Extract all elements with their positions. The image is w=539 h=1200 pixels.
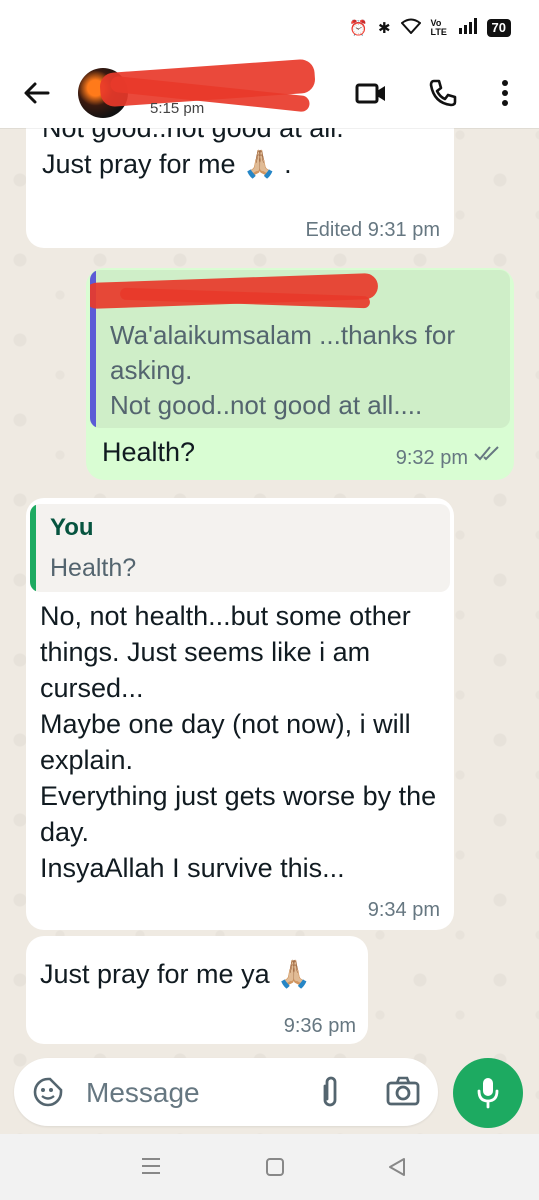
attach-icon[interactable] (318, 1074, 342, 1115)
quote-text: Wa'alaikumsalam ...thanks for asking. No… (110, 320, 456, 420)
chat-header: 5:15 pm (0, 58, 539, 128)
status-bar: ⏰ ✱ Vo LTE 70 (0, 0, 539, 58)
message-text: Just pray for me ya 🙏🏼 (40, 959, 311, 989)
message-text: No, not health...but some other things. … (40, 601, 437, 883)
home-icon[interactable] (264, 1156, 286, 1183)
back-arrow-icon[interactable] (20, 76, 54, 110)
quote-author: You (50, 514, 94, 541)
chat-messages[interactable]: Not good..not good at all. Just pray for… (0, 128, 539, 1056)
video-call-icon[interactable] (354, 76, 388, 110)
message-time: 9:36 pm (283, 1015, 356, 1037)
message-time: Edited 9:31 pm (305, 219, 440, 241)
more-vert-icon[interactable] (490, 76, 520, 110)
last-seen: 5:15 pm (150, 100, 205, 117)
mic-button[interactable] (453, 1058, 523, 1128)
read-receipt-icon (474, 445, 500, 466)
mic-icon (476, 1076, 500, 1115)
wifi-icon (400, 18, 421, 38)
incoming-message[interactable]: Not good..not good at all. Just pray for… (26, 128, 454, 248)
incoming-message[interactable]: Just pray for me ya 🙏🏼 9:36 pm (26, 936, 368, 1044)
quoted-message[interactable]: Wa'alaikumsalam ...thanks for asking. No… (90, 270, 510, 428)
message-text: Not good..not good at all. Just pray for… (42, 128, 344, 179)
system-nav-bar (0, 1134, 539, 1200)
bluetooth-icon: ✱ (377, 20, 391, 37)
alarm-icon: ⏰ (349, 20, 368, 37)
volte-label: Vo LTE (430, 18, 447, 37)
status-icons: ⏰ ✱ Vo LTE 70 (349, 18, 511, 38)
back-nav-icon[interactable] (386, 1156, 408, 1183)
outgoing-message[interactable]: Wa'alaikumsalam ...thanks for asking. No… (86, 268, 514, 480)
quote-bar (30, 504, 36, 592)
phone-icon[interactable] (426, 76, 460, 110)
incoming-message[interactable]: You Health? No, not health...but some ot… (26, 498, 454, 930)
quote-text: Health? (50, 554, 137, 582)
sticker-icon[interactable] (32, 1076, 64, 1113)
battery-icon: 70 (486, 19, 511, 37)
message-time: 9:34 pm (367, 899, 440, 921)
message-time: 9:32 pm (395, 447, 468, 469)
message-text: Health? (102, 437, 196, 467)
camera-icon[interactable] (386, 1076, 420, 1111)
quoted-message[interactable]: You Health? (30, 504, 450, 592)
message-composer (14, 1058, 438, 1126)
recents-icon[interactable] (140, 1156, 162, 1181)
signal-icon (458, 18, 477, 38)
message-input[interactable] (84, 1072, 298, 1114)
